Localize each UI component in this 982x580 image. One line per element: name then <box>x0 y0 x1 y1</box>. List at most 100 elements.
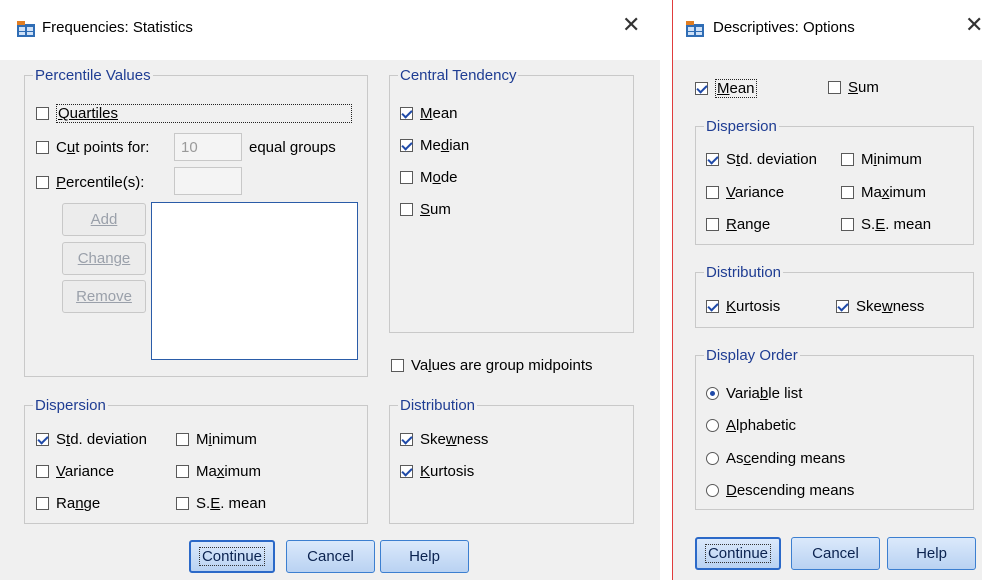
help-button[interactable]: Help <box>887 537 976 570</box>
title-bar: Frequencies: Statistics ✕ <box>0 0 660 60</box>
checkbox-box[interactable] <box>36 141 49 154</box>
skewness-label: Skewness <box>420 431 489 448</box>
range-label: Range <box>726 216 771 233</box>
percentiles-checkbox[interactable]: Percentile(s): <box>36 174 144 191</box>
checkbox-box[interactable] <box>706 218 719 231</box>
kurtosis-checkbox[interactable]: Kurtosis <box>400 463 474 480</box>
sum-checkbox[interactable]: Sum <box>828 79 879 96</box>
se-mean-checkbox[interactable]: S.E. mean <box>841 216 931 233</box>
checkbox-box[interactable] <box>176 433 189 446</box>
add-button[interactable]: Add <box>62 203 146 236</box>
dialog-title: Frequencies: Statistics <box>42 19 193 36</box>
maximum-checkbox[interactable]: Maximum <box>841 184 926 201</box>
mode-checkbox[interactable]: Mode <box>400 169 458 186</box>
distribution-group: Distribution <box>695 264 974 328</box>
checkbox-box[interactable] <box>706 300 719 313</box>
checkbox-box[interactable] <box>36 433 49 446</box>
mean-checkbox[interactable]: Mean <box>695 79 757 98</box>
checkbox-box[interactable] <box>841 218 854 231</box>
checkbox-box[interactable] <box>841 186 854 199</box>
checkbox-box[interactable] <box>706 153 719 166</box>
sum-checkbox[interactable]: Sum <box>400 201 451 218</box>
percentile-list[interactable] <box>151 202 358 360</box>
checkbox-box[interactable] <box>841 153 854 166</box>
checkbox-box[interactable] <box>176 465 189 478</box>
minimum-checkbox[interactable]: Minimum <box>176 431 257 448</box>
minimum-label: Minimum <box>196 431 257 448</box>
variance-checkbox[interactable]: Variance <box>706 184 784 201</box>
mean-checkbox[interactable]: Mean <box>400 105 458 122</box>
remove-button[interactable]: Remove <box>62 280 146 313</box>
close-icon[interactable]: ✕ <box>965 14 982 36</box>
group-legend: Central Tendency <box>400 67 517 84</box>
percentiles-label: Percentile(s): <box>56 174 145 191</box>
title-bar: Descriptives: Options ✕ <box>673 0 982 60</box>
cancel-button[interactable]: Cancel <box>286 540 375 573</box>
minimum-label: Minimum <box>861 151 922 168</box>
radio-circle[interactable] <box>706 484 719 497</box>
checkbox-box[interactable] <box>176 497 189 510</box>
se-mean-label: S.E. mean <box>196 495 267 512</box>
quartiles-checkbox[interactable]: Quartiles <box>36 104 353 123</box>
std-deviation-checkbox[interactable]: Std. deviation <box>36 431 147 448</box>
range-checkbox[interactable]: Range <box>36 495 100 512</box>
dialog-title: Descriptives: Options <box>713 19 855 36</box>
maximum-checkbox[interactable]: Maximum <box>176 463 261 480</box>
maximum-label: Maximum <box>861 184 927 201</box>
checkbox-box[interactable] <box>391 359 404 372</box>
checkbox-box[interactable] <box>36 465 49 478</box>
checkbox-box[interactable] <box>36 176 49 189</box>
checkbox-box[interactable] <box>400 203 413 216</box>
checkbox-box[interactable] <box>828 81 841 94</box>
maximum-label: Maximum <box>196 463 262 480</box>
kurtosis-label: Kurtosis <box>726 298 781 315</box>
checkbox-box[interactable] <box>706 186 719 199</box>
descending-means-radio[interactable]: Descending means <box>706 482 854 499</box>
group-midpoints-label: Values are group midpoints <box>411 357 593 374</box>
help-button[interactable]: Help <box>380 540 469 573</box>
checkbox-box[interactable] <box>695 82 708 95</box>
checkbox-box[interactable] <box>400 171 413 184</box>
radio-circle[interactable] <box>706 452 719 465</box>
close-icon[interactable]: ✕ <box>622 14 640 36</box>
checkbox-box[interactable] <box>36 497 49 510</box>
radio-circle[interactable] <box>706 387 719 400</box>
mean-label: Mean <box>420 105 458 122</box>
checkbox-box[interactable] <box>36 107 49 120</box>
cut-points-checkbox[interactable]: Cut points for: <box>36 139 149 156</box>
continue-button[interactable]: Continue <box>695 537 781 570</box>
variable-list-radio[interactable]: Variable list <box>706 385 802 402</box>
frequencies-statistics-dialog: Frequencies: Statistics ✕ Percentile Val… <box>0 0 660 580</box>
median-checkbox[interactable]: Median <box>400 137 469 154</box>
cancel-button[interactable]: Cancel <box>791 537 880 570</box>
variance-checkbox[interactable]: Variance <box>36 463 114 480</box>
std-deviation-checkbox[interactable]: Std. deviation <box>706 151 817 168</box>
ascending-means-radio[interactable]: Ascending means <box>706 450 845 467</box>
group-midpoints-checkbox[interactable]: Values are group midpoints <box>391 357 593 374</box>
sum-label: Sum <box>848 79 879 96</box>
se-mean-checkbox[interactable]: S.E. mean <box>176 495 266 512</box>
checkbox-box[interactable] <box>400 433 413 446</box>
checkbox-box[interactable] <box>400 465 413 478</box>
checkbox-box[interactable] <box>836 300 849 313</box>
skewness-checkbox[interactable]: Skewness <box>400 431 488 448</box>
se-mean-label: S.E. mean <box>861 216 932 233</box>
sum-label: Sum <box>420 201 451 218</box>
range-checkbox[interactable]: Range <box>706 216 770 233</box>
change-button[interactable]: Change <box>62 242 146 275</box>
kurtosis-label: Kurtosis <box>420 463 475 480</box>
continue-button[interactable]: Continue <box>189 540 275 573</box>
cut-points-input[interactable] <box>174 133 242 161</box>
spss-table-icon <box>686 21 704 37</box>
checkbox-box[interactable] <box>400 107 413 120</box>
range-label: Range <box>56 495 101 512</box>
checkbox-box[interactable] <box>400 139 413 152</box>
minimum-checkbox[interactable]: Minimum <box>841 151 922 168</box>
kurtosis-checkbox[interactable]: Kurtosis <box>706 298 780 315</box>
alphabetic-radio[interactable]: Alphabetic <box>706 417 796 434</box>
percentiles-input[interactable] <box>174 167 242 195</box>
mean-label: Mean <box>715 79 757 98</box>
alphabetic-label: Alphabetic <box>726 417 797 434</box>
skewness-checkbox[interactable]: Skewness <box>836 298 924 315</box>
radio-circle[interactable] <box>706 419 719 432</box>
